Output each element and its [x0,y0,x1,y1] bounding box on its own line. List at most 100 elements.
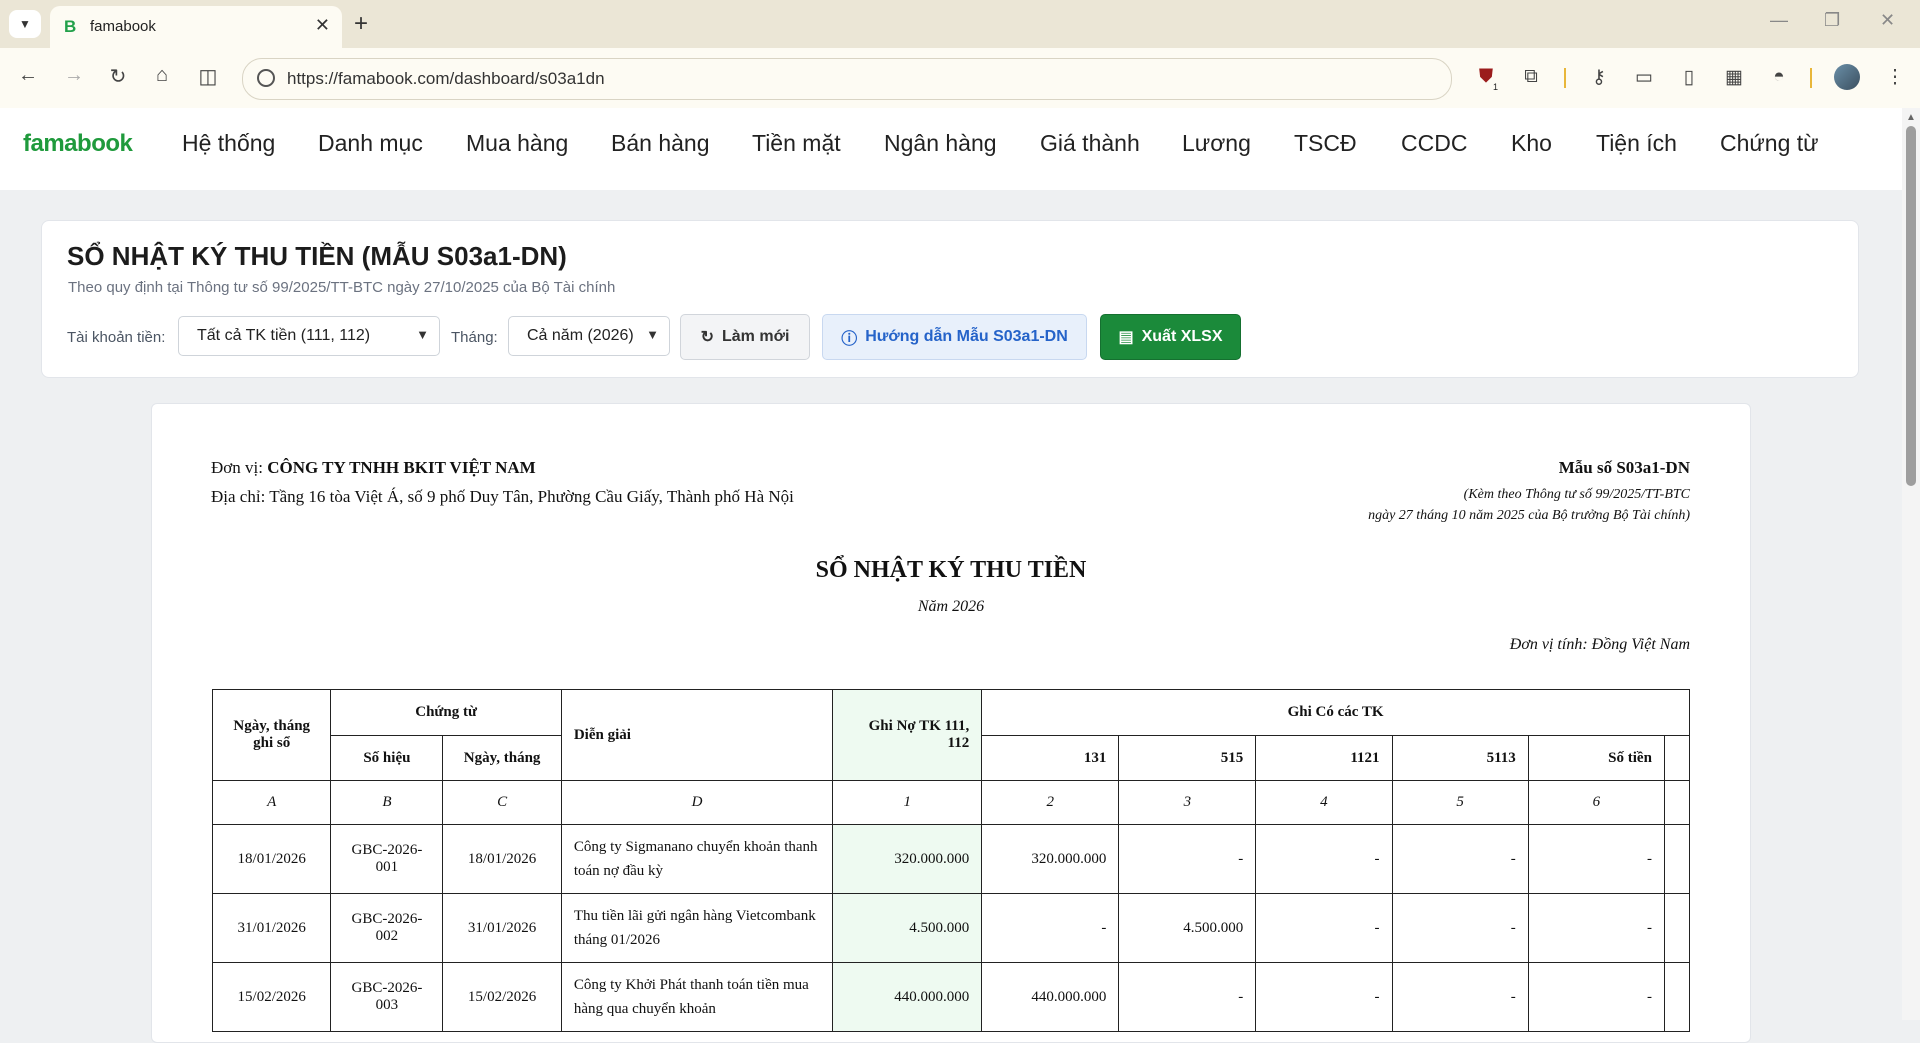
chevron-down-icon: ▼ [19,17,31,31]
company-name: CÔNG TY TNHH BKIT VIỆT NAM [267,458,536,477]
export-xlsx-button[interactable]: ▤ Xuất XLSX [1100,314,1241,360]
menu-kho[interactable]: Kho [1511,130,1552,157]
menu-chung-tu[interactable]: Chứng từ [1720,130,1819,157]
incognito-icon[interactable]: ◓ [1766,66,1792,88]
month-select-value: Cả năm (2026) [527,327,634,344]
cell-credit-131: 320.000.000 [981,824,1120,894]
cash-receipt-ledger-table: Ngày, tháng ghi sổ Chứng từ Diễn giải Gh… [211,689,1691,1032]
cell-extra [1663,962,1691,1032]
header-voucher-date: Ngày, tháng [442,735,562,781]
page-scrollbar[interactable]: ▲ [1902,108,1920,1020]
code-cell: 6 [1527,780,1665,825]
menu-he-thong[interactable]: Hệ thống [182,130,275,157]
close-tab-icon[interactable]: ✕ [315,15,330,36]
cell-credit-515: - [1118,962,1257,1032]
menu-danh-muc[interactable]: Danh mục [318,130,423,157]
menu-gia-thanh[interactable]: Giá thành [1040,130,1140,157]
back-icon[interactable]: ← [14,64,42,87]
cell-credit-5113: - [1391,893,1529,963]
report-header-card: SỔ NHẬT KÝ THU TIỀN (MẪU S03a1-DN) Theo … [41,220,1859,378]
form-number: Mẫu số S03a1-DN [1558,458,1690,477]
cell-credit-515: 4.500.000 [1118,893,1257,963]
table-row: 31/01/2026 GBC-2026-002 31/01/2026 Thu t… [211,893,1691,963]
address-bar[interactable]: https://famabook.com/dashboard/s03a1dn [242,58,1452,100]
menu-tien-mat[interactable]: Tiền mặt [752,130,841,157]
column-code-row: A B C D 1 2 3 4 5 6 [211,780,1691,825]
refresh-icon: ↻ [700,329,714,346]
tab-list-button[interactable]: ▼ [9,10,41,38]
month-filter-label: Tháng: [451,329,498,346]
code-cell: A [211,780,332,825]
excel-file-icon: ▤ [1118,329,1134,346]
menu-ban-hang[interactable]: Bán hàng [611,130,709,157]
code-cell: D [560,780,834,825]
document-title: SỔ NHẬT KÝ THU TIỀN [815,557,1087,583]
menu-mua-hang[interactable]: Mua hàng [466,130,568,157]
profile-avatar[interactable] [1834,64,1860,90]
header-credit-5113: 5113 [1391,735,1529,781]
forward-icon[interactable]: → [60,64,88,87]
browser-toolbar: ← → ↻ ⌂ ◫ https://famabook.com/dashboard… [0,48,1920,108]
cell-extra [1663,824,1691,894]
address-line: Địa chỉ: Tầng 16 tòa Việt Á, số 9 phố Du… [211,487,794,507]
new-tab-button[interactable]: + [354,10,368,38]
reload-icon[interactable]: ↻ [104,64,132,89]
cell-voucher-date: 15/02/2026 [442,962,562,1032]
table-row: 15/02/2026 GBC-2026-003 15/02/2026 Công … [211,962,1691,1032]
toolbar-separator [1810,68,1812,88]
favicon-icon: B [64,17,77,36]
restore-icon[interactable]: ❐ [1824,10,1840,31]
refresh-button[interactable]: ↻ Làm mới [680,314,810,360]
export-label: Xuất XLSX [1141,328,1223,345]
url-text[interactable]: https://famabook.com/dashboard/s03a1dn [287,69,605,89]
cell-credit-5113: - [1391,824,1529,894]
split-view-icon[interactable]: ◫ [194,64,222,89]
cell-credit-515: - [1118,824,1257,894]
menu-tscd[interactable]: TSCĐ [1294,130,1357,157]
form-reference-1: (Kèm theo Thông tư số 99/2025/TT-BTC [1463,487,1690,502]
document-year: Năm 2026 [917,598,985,615]
site-info-icon[interactable] [257,69,275,87]
key-icon[interactable]: ⚷ [1586,66,1612,89]
cell-description: Công ty Khởi Phát thanh toán tiền mua hà… [560,962,834,1032]
account-select[interactable]: Tất cả TK tiền (111, 112) ▼ [178,316,440,356]
month-select[interactable]: Cả năm (2026) ▼ [508,316,670,356]
extensions-puzzle-icon[interactable]: ⧉ [1518,66,1544,88]
guide-button[interactable]: ⓘ Hướng dẫn Mẫu S03a1-DN [822,314,1087,360]
unit-line: Đơn vị: CÔNG TY TNHH BKIT VIỆT NAM [211,458,536,478]
browser-tab[interactable]: B famabook ✕ [50,6,342,48]
minimize-icon[interactable]: — [1770,10,1788,31]
code-cell: 2 [981,780,1120,825]
menu-ccdc[interactable]: CCDC [1401,130,1467,157]
brand-logo[interactable]: famabook [23,130,133,158]
more-menu-icon[interactable]: ⋮ [1882,66,1908,89]
card-icon[interactable]: ▭ [1631,66,1657,89]
page-title: SỔ NHẬT KÝ THU TIỀN (MẪU S03a1-DN) [67,241,567,271]
header-credit-131: 131 [981,735,1120,781]
tab-title: famabook [90,18,156,35]
table-icon[interactable]: ▦ [1721,66,1747,89]
cell-credit-other: - [1527,824,1665,894]
menu-luong[interactable]: Lương [1182,130,1251,157]
account-filter-label: Tài khoản tiền: [67,329,166,346]
form-reference-2: ngày 27 tháng 10 năm 2025 của Bộ trưởng … [1368,508,1690,523]
chevron-down-icon: ▼ [646,327,659,342]
scroll-up-icon[interactable]: ▲ [1906,112,1916,123]
home-icon[interactable]: ⌂ [148,64,176,87]
cell-voucher-date: 31/01/2026 [442,893,562,963]
cell-debit: 4.500.000 [832,893,983,963]
header-credit-515: 515 [1118,735,1257,781]
close-window-icon[interactable]: ✕ [1880,10,1895,31]
menu-ngan-hang[interactable]: Ngân hàng [884,130,997,157]
cell-voucher-date: 18/01/2026 [442,824,562,894]
cell-voucher-no: GBC-2026-002 [330,893,444,963]
cell-date: 31/01/2026 [211,893,332,963]
cell-extra [1663,893,1691,963]
menu-tien-ich[interactable]: Tiện ích [1596,130,1677,157]
cell-credit-other: - [1527,962,1665,1032]
code-cell: 5 [1391,780,1529,825]
header-date: Ngày, tháng ghi sổ [211,689,332,781]
header-credit-1121: 1121 [1255,735,1393,781]
scroll-thumb[interactable] [1906,126,1916,486]
reading-list-icon[interactable]: ▯ [1676,66,1702,89]
